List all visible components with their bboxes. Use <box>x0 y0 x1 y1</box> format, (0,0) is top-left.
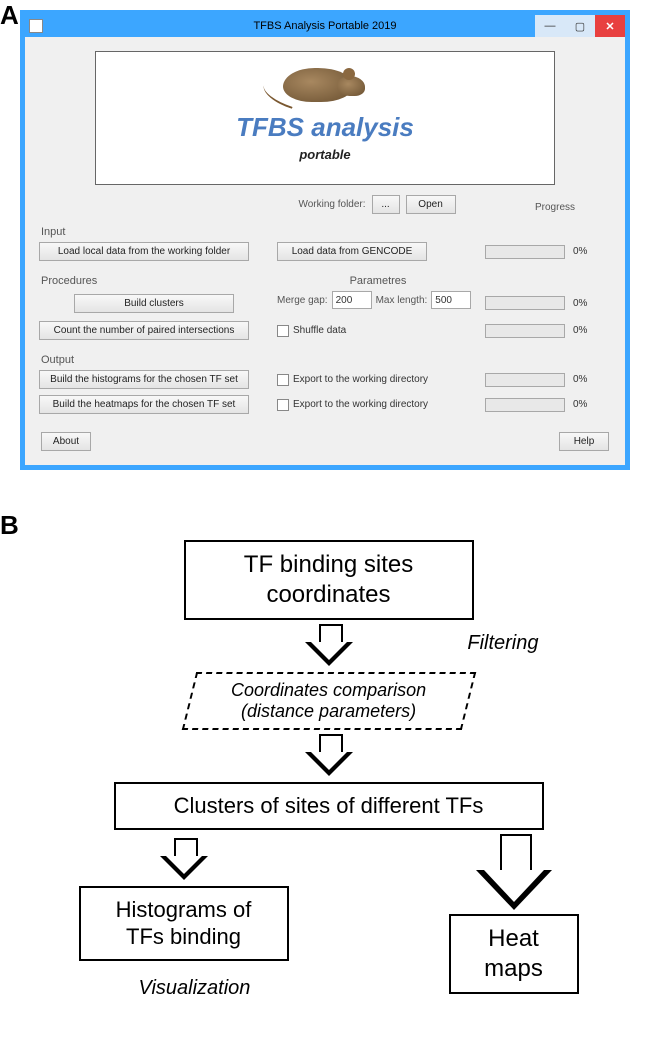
progress-bar-paired <box>485 324 565 338</box>
count-paired-button[interactable]: Count the number of paired intersections <box>39 321 249 340</box>
heat-line2: maps <box>484 955 543 982</box>
window-controls: — ▢ ✕ <box>535 15 625 37</box>
hist-line2: TFs binding <box>126 924 241 949</box>
panel-a: A TFBS Analysis Portable 2019 — ▢ ✕ <box>0 0 647 510</box>
panel-b-label: B <box>0 510 19 541</box>
build-heatmaps-button[interactable]: Build the heatmaps for the chosen TF set <box>39 395 249 414</box>
app-body: TFBS analysis portable Working folder: .… <box>25 37 625 465</box>
app-window: TFBS Analysis Portable 2019 — ▢ ✕ TFBS a… <box>20 10 630 470</box>
progress-pct-heatmaps: 0% <box>573 399 587 410</box>
shuffle-checkbox[interactable]: Shuffle data <box>277 325 477 337</box>
output-section-label: Output <box>41 354 611 366</box>
open-button[interactable]: Open <box>406 195 456 214</box>
flow-box-input: TF binding sites coordinates <box>184 540 474 620</box>
panel-b: B TF binding sites coordinates Filtering… <box>0 510 647 1024</box>
flow-box-comparison: Coordinates comparison (distance paramet… <box>181 672 475 730</box>
checkbox-icon <box>277 399 289 411</box>
help-button[interactable]: Help <box>559 432 609 451</box>
dashed-line1: Coordinates comparison <box>231 680 426 700</box>
progress-bar-input <box>485 245 565 259</box>
input-section-label: Input <box>41 226 611 238</box>
build-clusters-button[interactable]: Build clusters <box>74 294 234 313</box>
export-histograms-checkbox[interactable]: Export to the working directory <box>277 374 477 386</box>
banner-subtitle: portable <box>299 147 350 162</box>
procedures-section-label: Procedures <box>41 275 269 287</box>
load-local-button[interactable]: Load local data from the working folder <box>39 242 249 261</box>
titlebar[interactable]: TFBS Analysis Portable 2019 — ▢ ✕ <box>25 15 625 37</box>
heat-line1: Heat <box>488 925 539 952</box>
maximize-button[interactable]: ▢ <box>565 15 595 37</box>
panel-a-label: A <box>0 0 19 31</box>
shuffle-label: Shuffle data <box>293 325 346 336</box>
max-length-input[interactable] <box>431 291 471 309</box>
close-button[interactable]: ✕ <box>595 15 625 37</box>
export-heatmaps-label: Export to the working directory <box>293 399 428 410</box>
flow-box-heatmaps: Heat maps <box>449 914 579 994</box>
export-histograms-label: Export to the working directory <box>293 374 428 385</box>
max-length-label: Max length: <box>376 295 428 306</box>
progress-bar-heatmaps <box>485 398 565 412</box>
checkbox-icon <box>277 325 289 337</box>
arrow-down-icon <box>474 834 554 914</box>
progress-header: Progress <box>485 202 625 213</box>
progress-bar-histograms <box>485 373 565 387</box>
working-folder-label: Working folder: <box>298 199 365 210</box>
progress-pct-histograms: 0% <box>573 374 587 385</box>
minimize-button[interactable]: — <box>535 15 565 37</box>
banner: TFBS analysis portable <box>95 51 555 185</box>
flow-box-histograms: Histograms of TFs binding <box>79 886 289 961</box>
hist-line1: Histograms of <box>116 897 252 922</box>
mouse-image <box>265 58 385 108</box>
progress-pct-clusters: 0% <box>573 298 587 309</box>
arrow-down-icon <box>301 624 357 668</box>
merge-gap-input[interactable] <box>332 291 372 309</box>
parametres-section-label: Parametres <box>279 275 477 287</box>
export-heatmaps-checkbox[interactable]: Export to the working directory <box>277 399 477 411</box>
progress-pct-input: 0% <box>573 246 587 257</box>
arrow-down-icon <box>156 838 212 882</box>
flow-box-clusters: Clusters of sites of different TFs <box>114 782 544 830</box>
load-gencode-button[interactable]: Load data from GENCODE <box>277 242 427 261</box>
build-histograms-button[interactable]: Build the histograms for the chosen TF s… <box>39 370 249 389</box>
progress-bar-clusters <box>485 296 565 310</box>
flowchart: TF binding sites coordinates Filtering C… <box>59 540 599 994</box>
visualization-label: Visualization <box>139 977 251 1000</box>
progress-pct-paired: 0% <box>573 325 587 336</box>
browse-button[interactable]: ... <box>372 195 400 214</box>
banner-title: TFBS analysis <box>236 112 414 143</box>
about-button[interactable]: About <box>41 432 91 451</box>
arrow-down-icon <box>301 734 357 778</box>
merge-gap-label: Merge gap: <box>277 295 328 306</box>
filtering-label: Filtering <box>467 632 538 655</box>
dashed-line2: (distance parameters) <box>241 701 416 721</box>
checkbox-icon <box>277 374 289 386</box>
